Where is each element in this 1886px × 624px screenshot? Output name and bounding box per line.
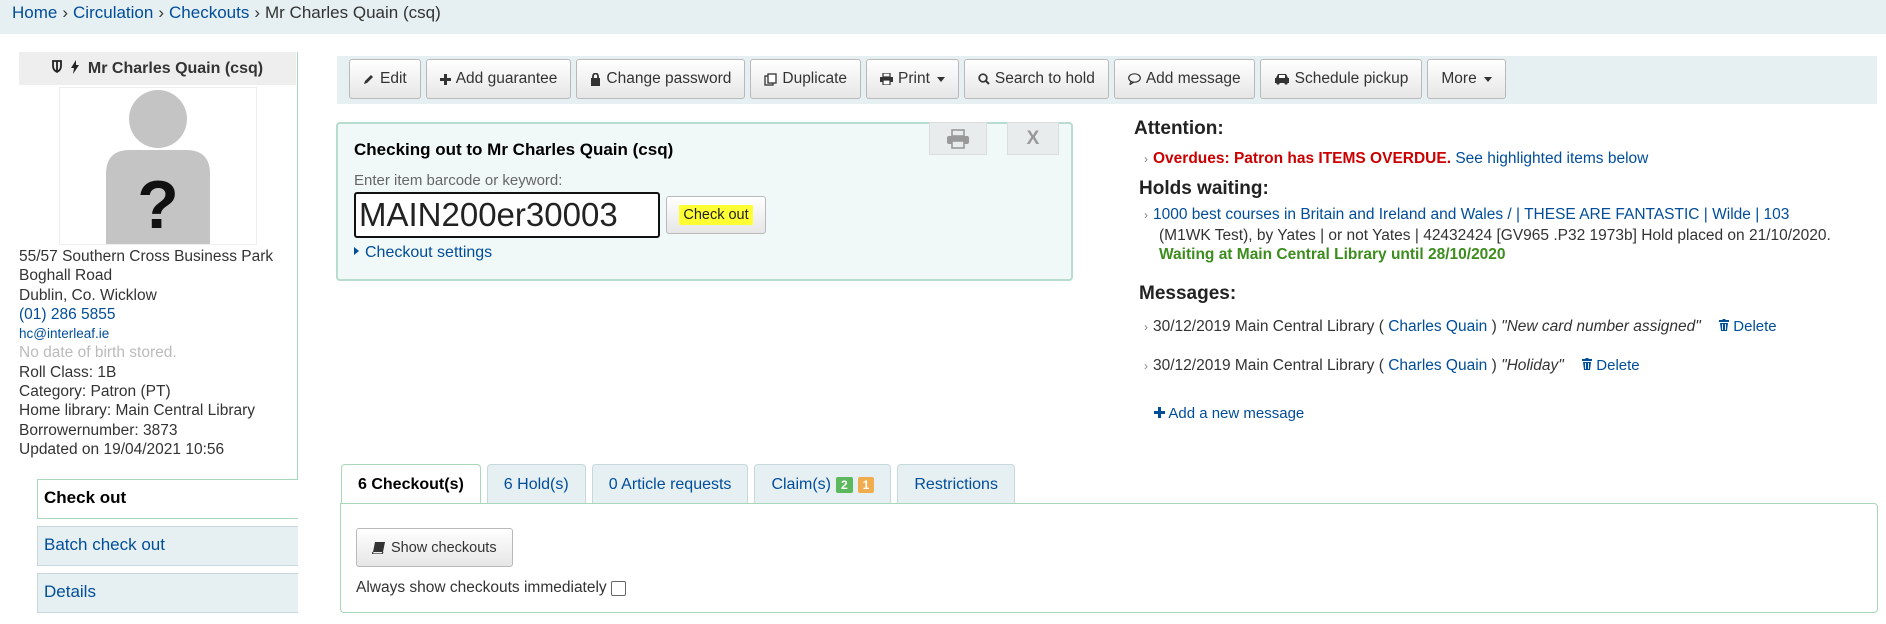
barcode-label: Enter item barcode or keyword: — [354, 172, 563, 189]
chevron-right-icon: › — [1144, 320, 1148, 334]
chevron-down-icon — [1483, 76, 1492, 82]
patron-roll-class: Roll Class: 1B — [19, 363, 117, 381]
address-line: 55/57 Southern Cross Business Park — [19, 248, 274, 265]
overdue-notice: › Overdues: Patron has ITEMS OVERDUE. See… — [1144, 150, 1649, 167]
printer-icon — [880, 73, 893, 85]
hold-item: › 1000 best courses in Britain and Irelan… — [1144, 205, 1884, 265]
shield-icon — [52, 60, 62, 77]
add-guarantee-button[interactable]: Add guarantee — [425, 59, 572, 99]
tab-claims[interactable]: Claim(s) 2 1 — [754, 464, 892, 504]
delete-message-button[interactable]: Delete — [1582, 357, 1640, 374]
car-icon — [1274, 74, 1289, 85]
patron-side-nav: Check out Batch check out Details — [37, 479, 298, 620]
patron-details: 55/57 Southern Cross Business Park Bogha… — [19, 247, 297, 459]
breadcrumb-circulation[interactable]: Circulation — [73, 3, 153, 22]
holds-heading: Holds waiting: — [1139, 178, 1269, 199]
trash-icon — [1719, 319, 1730, 331]
messages-heading: Messages: — [1139, 283, 1237, 304]
plus-icon — [439, 73, 451, 85]
checkout-settings-toggle[interactable]: Checkout settings — [354, 244, 492, 262]
hold-title-link[interactable]: 1000 best courses in Britain and Ireland… — [1153, 206, 1789, 223]
pencil-icon — [364, 75, 373, 84]
address-line: Dublin, Co. Wicklow — [19, 286, 157, 304]
edit-button[interactable]: Edit — [349, 59, 421, 99]
circulation-tabs: 6 Checkout(s) 6 Hold(s) 0 Article reques… — [341, 464, 1015, 505]
close-icon[interactable]: X — [1007, 122, 1059, 155]
chevron-down-icon — [936, 76, 945, 82]
attention-heading: Attention: — [1134, 118, 1224, 139]
hold-detail: (M1WK Test), by Yates | or not Yates | 4… — [1159, 226, 1831, 244]
print-button[interactable]: Print — [866, 59, 959, 99]
message-text: "New card number assigned" — [1501, 318, 1701, 335]
claims-badge-resolved: 2 — [835, 476, 853, 493]
avatar-placeholder-icon: ? — [106, 90, 210, 244]
schedule-pickup-button[interactable]: Schedule pickup — [1259, 59, 1423, 99]
book-icon — [372, 541, 385, 554]
comment-icon — [1127, 73, 1141, 85]
svg-text:?: ? — [137, 167, 179, 243]
caret-right-icon — [354, 247, 359, 255]
plus-icon — [1154, 407, 1165, 418]
change-password-button[interactable]: Change password — [576, 59, 746, 99]
checkout-title: Checking out to Mr Charles Quain (csq) — [354, 140, 674, 159]
hold-waiting-status: Waiting at Main Central Library until 28… — [1159, 246, 1506, 263]
chevron-right-icon: › — [1144, 208, 1148, 222]
sidenav-item-check-out[interactable]: Check out — [37, 479, 298, 519]
tab-checkouts[interactable]: 6 Checkout(s) — [341, 464, 481, 505]
message-text: "Holiday" — [1501, 357, 1564, 374]
patron-name: Mr Charles Quain (csq) — [87, 59, 264, 77]
checkout-form: X Checking out to Mr Charles Quain (csq)… — [336, 122, 1073, 281]
patron-dob: No date of birth stored. — [19, 344, 177, 362]
claims-badge-unresolved: 1 — [857, 476, 875, 493]
patron-name-header: Mr Charles Quain (csq) — [19, 52, 296, 85]
message-author-link[interactable]: Charles Quain — [1388, 357, 1487, 374]
tab-holds[interactable]: 6 Hold(s) — [486, 464, 586, 504]
tab-restrictions[interactable]: Restrictions — [897, 464, 1015, 504]
copy-icon — [764, 72, 778, 86]
patron-email[interactable]: hc@interleaf.ie — [19, 326, 109, 341]
duplicate-button[interactable]: Duplicate — [750, 59, 861, 99]
add-message-button[interactable]: Add message — [1113, 59, 1255, 99]
breadcrumb-checkouts[interactable]: Checkouts — [169, 3, 249, 22]
patron-borrowernumber: Borrowernumber: 3873 — [19, 421, 178, 439]
breadcrumb-home[interactable]: Home — [12, 3, 57, 22]
delete-message-button[interactable]: Delete — [1719, 318, 1777, 335]
patron-updated: Updated on 19/04/2021 10:56 — [19, 440, 225, 458]
show-checkouts-button[interactable]: Show checkouts — [356, 528, 513, 567]
breadcrumb: Home › Circulation › Checkouts › Mr Charles Qu… — [0, 0, 1886, 34]
lock-icon — [591, 72, 601, 86]
patron-sidebar: Mr Charles Quain (csq) ? 55/57 Southern … — [0, 34, 298, 624]
chevron-right-icon: › — [1144, 359, 1148, 373]
message-item: › 30/12/2019 Main Central Library ( Charl… — [1144, 318, 1777, 335]
patron-phone[interactable]: (01) 286 5855 — [19, 306, 116, 323]
avatar: ? — [59, 87, 257, 245]
barcode-input[interactable] — [354, 192, 660, 238]
sidenav-item-details[interactable]: Details — [37, 573, 298, 613]
print-slip-button[interactable] — [929, 122, 987, 155]
add-message-link[interactable]: Add a new message — [1154, 405, 1304, 422]
check-out-button[interactable]: Check out — [666, 196, 766, 234]
overdue-link[interactable]: See highlighted items below — [1455, 150, 1648, 167]
more-button[interactable]: More — [1427, 59, 1506, 99]
patron-category: Category: Patron (PT) — [19, 383, 171, 401]
sidenav-item-batch-check-out[interactable]: Batch check out — [37, 526, 298, 566]
search-icon — [978, 73, 990, 85]
lightning-icon — [70, 59, 80, 78]
patron-home-library: Home library: Main Central Library — [19, 402, 256, 420]
trash-icon — [1582, 358, 1593, 370]
message-author-link[interactable]: Charles Quain — [1388, 318, 1487, 335]
always-show-checkouts: Always show checkouts immediately — [356, 579, 626, 597]
chevron-right-icon: › — [1144, 152, 1148, 166]
printer-icon — [947, 128, 969, 149]
always-show-checkbox[interactable] — [610, 580, 626, 596]
checkouts-panel: Show checkouts Always show checkouts imm… — [340, 503, 1878, 613]
sidebar-divider — [297, 52, 298, 500]
breadcrumb-current: Mr Charles Quain (csq) — [265, 3, 441, 22]
search-to-hold-button[interactable]: Search to hold — [963, 59, 1109, 99]
message-item: › 30/12/2019 Main Central Library ( Charl… — [1144, 357, 1640, 374]
patron-toolbar: Edit Add guarantee Change password Dupli… — [337, 56, 1877, 104]
tab-article-requests[interactable]: 0 Article requests — [591, 464, 749, 504]
address-line: Boghall Road — [19, 267, 113, 285]
